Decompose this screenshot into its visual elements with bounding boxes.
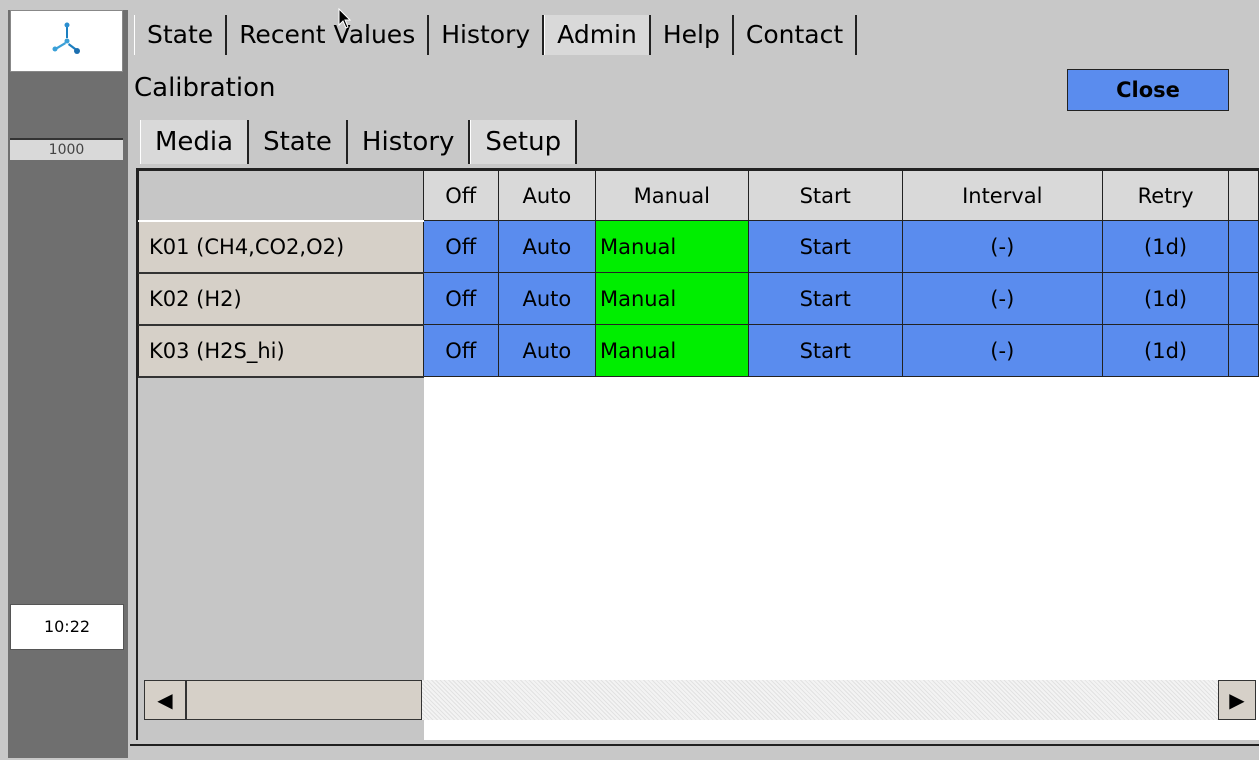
- logo[interactable]: [10, 10, 123, 72]
- table-row: K01 (CH4,CO2,O2) Off Auto Manual Start (…: [138, 219, 1259, 274]
- sub-tab-bar: Media State History Setup: [140, 120, 578, 164]
- column-header-manual: Manual: [594, 170, 749, 221]
- calibration-grid: Off Auto Manual Start Interval Retry K01…: [136, 168, 1259, 740]
- off-button[interactable]: Off: [422, 272, 499, 325]
- interval-cell[interactable]: (-): [901, 324, 1103, 377]
- subtab-history[interactable]: History: [348, 120, 471, 164]
- main-tab-bar: State Recent Values History Admin Help C…: [134, 15, 858, 55]
- subtab-state[interactable]: State: [249, 120, 348, 164]
- tab-admin[interactable]: Admin: [544, 15, 651, 55]
- triangle-right-icon: ▶: [1229, 688, 1245, 712]
- table-row: K03 (H2S_hi) Off Auto Manual Start (-) (…: [138, 323, 1259, 378]
- propeller-logo-icon: [52, 22, 80, 54]
- table-header-row: Off Auto Manual Start Interval Retry: [138, 170, 1259, 221]
- corner-cell: [138, 170, 424, 221]
- table-row: K02 (H2) Off Auto Manual Start (-) (1d): [138, 271, 1259, 326]
- column-header-overflow: [1228, 170, 1259, 221]
- counter-display: 1000: [10, 138, 123, 160]
- off-button[interactable]: Off: [422, 220, 499, 273]
- scroll-right-button[interactable]: ▶: [1218, 680, 1256, 720]
- retry-cell[interactable]: (1d): [1101, 272, 1230, 325]
- close-button[interactable]: Close: [1067, 69, 1229, 111]
- subtab-setup[interactable]: Setup: [470, 120, 578, 164]
- manual-button[interactable]: Manual: [594, 324, 749, 377]
- auto-button[interactable]: Auto: [497, 272, 596, 325]
- auto-button[interactable]: Auto: [497, 220, 596, 273]
- tab-state[interactable]: State: [134, 15, 228, 55]
- sidebar: 1000 10:22: [0, 0, 130, 758]
- start-button[interactable]: Start: [747, 272, 903, 325]
- column-header-start: Start: [747, 170, 903, 221]
- scroll-left-button[interactable]: ◀: [144, 680, 186, 720]
- mouse-pointer-icon: [338, 8, 352, 29]
- subtab-media[interactable]: Media: [140, 120, 250, 164]
- column-header-interval: Interval: [901, 170, 1103, 221]
- tab-help[interactable]: Help: [651, 15, 734, 55]
- manual-button[interactable]: Manual: [594, 220, 749, 273]
- tab-contact[interactable]: Contact: [734, 15, 858, 55]
- column-header-auto: Auto: [497, 170, 596, 221]
- page-title: Calibration: [134, 73, 276, 103]
- horizontal-scrollbar[interactable]: ◀ ▶: [144, 680, 1256, 720]
- interval-cell[interactable]: (-): [901, 272, 1103, 325]
- retry-cell[interactable]: (1d): [1101, 324, 1230, 377]
- auto-button[interactable]: Auto: [497, 324, 596, 377]
- start-button[interactable]: Start: [747, 220, 903, 273]
- overflow-cell[interactable]: [1228, 220, 1259, 273]
- tab-history[interactable]: History: [429, 15, 545, 55]
- interval-cell[interactable]: (-): [901, 220, 1103, 273]
- column-header-retry: Retry: [1101, 170, 1230, 221]
- start-button[interactable]: Start: [747, 324, 903, 377]
- column-header-off: Off: [422, 170, 499, 221]
- row-header: K02 (H2): [138, 271, 424, 326]
- tab-recent-values[interactable]: Recent Values: [227, 15, 430, 55]
- clock-display: 10:22: [10, 604, 124, 650]
- row-header: K03 (H2S_hi): [138, 323, 424, 378]
- triangle-left-icon: ◀: [157, 688, 173, 712]
- manual-button[interactable]: Manual: [594, 272, 749, 325]
- calibration-table: Off Auto Manual Start Interval Retry K01…: [138, 170, 1259, 378]
- scroll-thumb[interactable]: [186, 680, 422, 720]
- overflow-cell[interactable]: [1228, 324, 1259, 377]
- off-button[interactable]: Off: [422, 324, 499, 377]
- retry-cell[interactable]: (1d): [1101, 220, 1230, 273]
- overflow-cell[interactable]: [1228, 272, 1259, 325]
- row-header: K01 (CH4,CO2,O2): [138, 219, 424, 274]
